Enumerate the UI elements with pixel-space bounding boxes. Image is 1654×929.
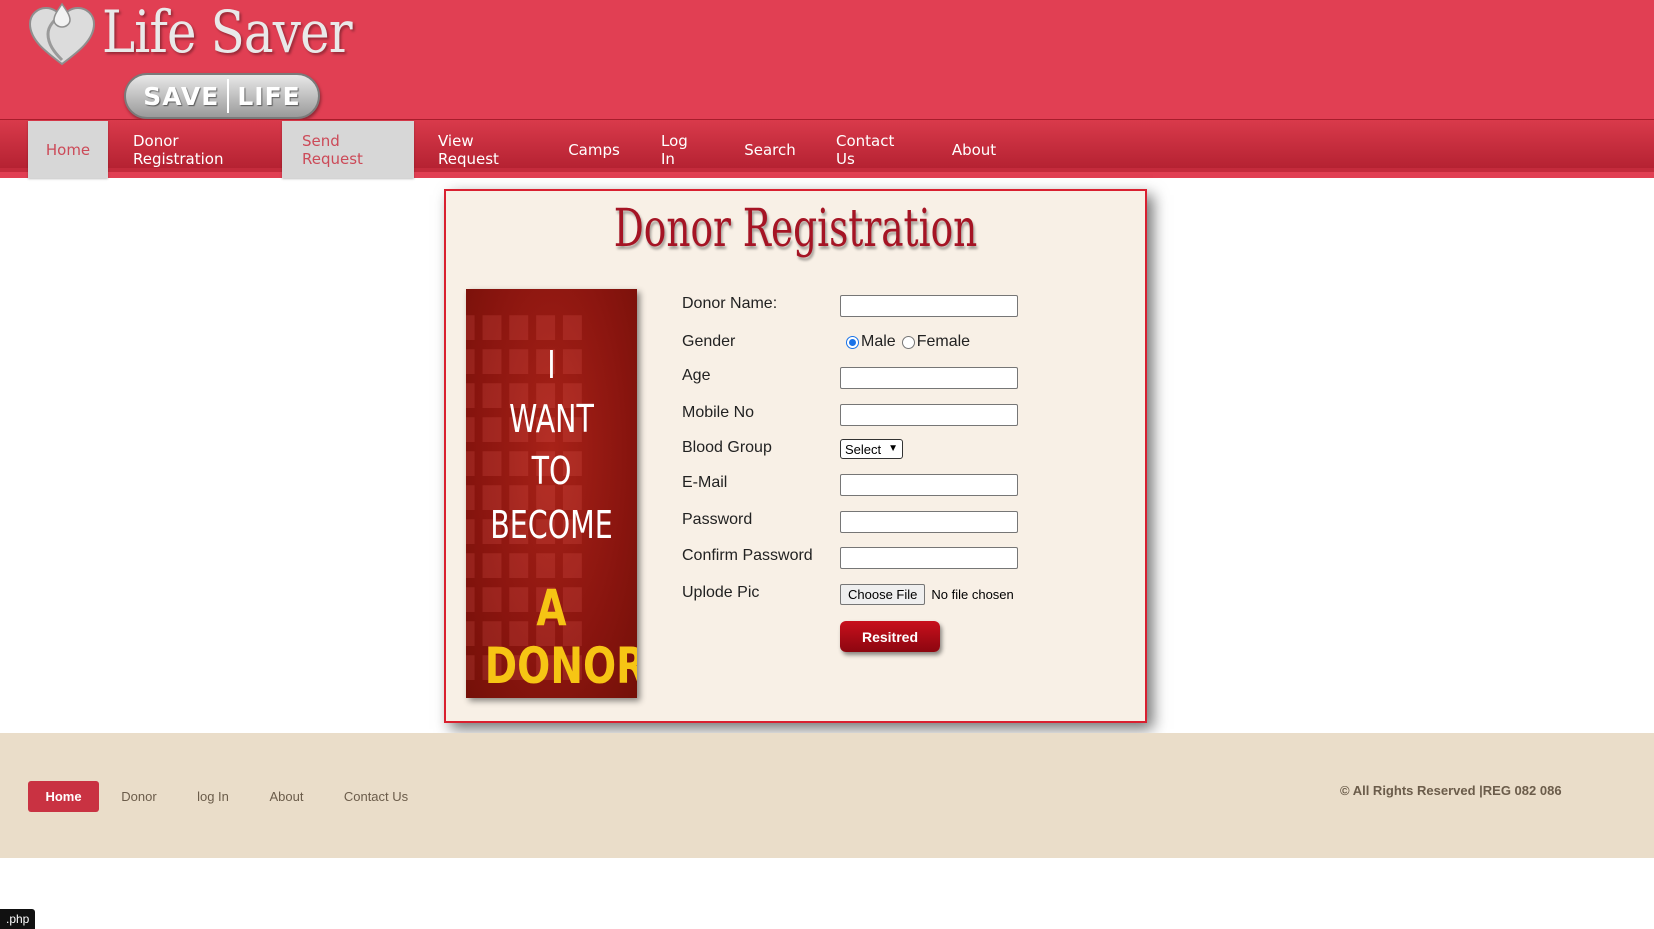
blood-group-label: Blood Group	[682, 439, 772, 456]
status-url-tab: .php	[0, 909, 36, 929]
file-status-text: No file chosen	[931, 587, 1014, 602]
password-row: Password	[682, 507, 1102, 537]
heart-drop-icon	[28, 2, 96, 66]
banner-line-to: TO	[531, 449, 572, 493]
nav-about[interactable]: About	[934, 121, 1014, 178]
footer-donor-link[interactable]: Donor	[110, 781, 168, 812]
page-title: Donor Registration	[613, 199, 978, 259]
gender-label: Gender	[682, 333, 736, 350]
footer-home-link[interactable]: Home	[28, 781, 99, 812]
chevron-down-icon: ▼	[888, 443, 898, 454]
age-input[interactable]	[840, 367, 1018, 389]
age-row: Age	[682, 363, 1102, 393]
gender-female-label: Female	[916, 333, 971, 350]
copyright-text: © All Rights Reserved |REG 082 086	[1340, 783, 1562, 798]
blood-group-select[interactable]: Select ▼	[840, 439, 903, 459]
footer-contact-link[interactable]: Contact Us	[336, 781, 416, 812]
logo-badge-divider	[227, 79, 230, 113]
logo-title: Life Saver	[102, 0, 353, 66]
blood-group-row: Blood Group Select ▼	[682, 435, 1102, 465]
nav-contact-us[interactable]: Contact Us	[816, 121, 930, 178]
nav-log-in[interactable]: Log In	[641, 121, 724, 178]
password-label: Password	[682, 511, 753, 528]
nav-donor-registration[interactable]: Donor Registration	[113, 121, 277, 178]
choose-file-button[interactable]: Choose File	[840, 584, 926, 605]
email-row: E-Mail	[682, 470, 1102, 500]
footer-about-link[interactable]: About	[258, 781, 315, 812]
logo-badge-life: LIFE	[237, 81, 301, 111]
donor-name-row: Donor Name:	[682, 291, 1102, 321]
banner-line-become: BECOME	[490, 503, 613, 547]
gender-radio-group: Male Female	[840, 333, 970, 351]
nav-send-request[interactable]: Send Request	[282, 121, 414, 178]
donor-name-label: Donor Name:	[682, 295, 778, 312]
email-input[interactable]	[840, 474, 1018, 496]
nav-search[interactable]: Search	[728, 121, 812, 178]
confirm-password-input[interactable]	[840, 547, 1018, 569]
blood-group-selected-value: Select	[845, 441, 882, 457]
banner-line-want: WANT	[509, 397, 594, 441]
nav-home[interactable]: Home	[28, 121, 108, 178]
site-logo[interactable]: Life Saver SAVE LIFE	[26, 0, 353, 120]
banner-line-a-donor: A DONOR	[484, 579, 637, 695]
upload-pic-row: Uplode Pic Choose File No file chosen	[682, 580, 1102, 610]
mobile-row: Mobile No	[682, 400, 1102, 430]
confirm-password-label: Confirm Password	[682, 547, 813, 564]
register-submit-button[interactable]: Resitred	[840, 621, 940, 652]
donor-name-input[interactable]	[840, 295, 1018, 317]
password-input[interactable]	[840, 511, 1018, 533]
confirm-password-row: Confirm Password	[682, 543, 1102, 573]
upload-pic-file-input: Choose File No file chosen	[840, 584, 1014, 605]
become-donor-banner: ▇ ▇ ▇ ▇ ▇ ▇ ▇ ▇ ▇ ▇ ▇ ▇ ▇ ▇ ▇ ▇ ▇ ▇ ▇ ▇ ▇ ▇ …	[466, 289, 637, 698]
footer-login-link[interactable]: log In	[186, 781, 240, 812]
main-nav: Home Donor Registration Send Request Vie…	[0, 119, 1654, 178]
email-label: E-Mail	[682, 474, 728, 491]
submit-row: Resitred	[682, 621, 1102, 652]
gender-row: Gender Male Female	[682, 329, 1102, 359]
age-label: Age	[682, 367, 711, 384]
gender-male-radio[interactable]	[846, 335, 859, 349]
site-footer: Home Donor log In About Contact Us © All…	[0, 733, 1654, 858]
banner-line-i: I	[547, 343, 556, 387]
gender-female-radio[interactable]	[901, 335, 915, 349]
donor-registration-panel: Donor Registration ▇ ▇ ▇ ▇ ▇ ▇ ▇ ▇ ▇ ▇ ▇ ▇…	[444, 189, 1147, 723]
nav-view-request[interactable]: View Request	[418, 121, 547, 178]
logo-badge: SAVE LIFE	[124, 73, 320, 119]
site-header: Life Saver SAVE LIFE Home Donor Registra…	[0, 0, 1654, 178]
gender-male-label: Male	[861, 333, 896, 350]
logo-badge-save: SAVE	[143, 81, 220, 111]
mobile-label: Mobile No	[682, 404, 755, 421]
nav-camps[interactable]: Camps	[551, 121, 637, 178]
upload-pic-label: Uplode Pic	[682, 584, 760, 601]
mobile-input[interactable]	[840, 404, 1018, 426]
